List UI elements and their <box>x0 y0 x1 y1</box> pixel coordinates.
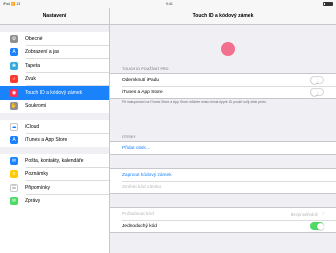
passcode-options-group: Požadovat kód Bezprostředně › Jednoduchý… <box>110 207 336 233</box>
turn-on-passcode-button[interactable]: Zapnout kódový zámek <box>110 169 336 181</box>
passcode-group: Zapnout kódový zámek Změnit kód zámku <box>110 168 336 194</box>
sidebar-item-label: Soukromí <box>25 103 47 110</box>
unlock-ipad-row[interactable]: Odemknutí iPadu <box>110 74 336 86</box>
sidebar-item[interactable]: ☁ iCloud <box>0 120 109 134</box>
sidebar-item[interactable]: A Zobrazení a jas <box>0 45 109 59</box>
simple-passcode-row[interactable]: Jednoduchý kód <box>110 220 336 232</box>
sidebar-title: Nastavení <box>0 8 109 25</box>
require-passcode-value: Bezprostředně <box>290 211 318 217</box>
sidebar-item[interactable]: ☰ Připomínky <box>0 181 109 195</box>
main-panel: Touch ID a kódový zámek TOUCH ID POUŽÍVA… <box>110 8 336 253</box>
status-carrier: iPad 🛜 13 <box>3 2 21 6</box>
itunes-app-store-toggle[interactable] <box>310 88 324 96</box>
sidebar-group-gap <box>0 113 109 120</box>
touch-id-fingerprint-icon <box>221 42 235 56</box>
sidebar-item-label: iTunes a App Store <box>25 137 68 144</box>
sidebar-item[interactable]: ♪ Zvuk <box>0 72 109 86</box>
sidebar-groups: ⚙ Obecné A Zobrazení a jas ❀ Tapeta ♪ Zvuk ◉ Touc… <box>0 25 109 208</box>
sidebar-item-label: Pošta, kontakty, kalendáře <box>25 157 84 164</box>
sidebar-item-label: Zprávy <box>25 198 41 205</box>
sound-icon: ♪ <box>10 75 18 84</box>
sidebar-item[interactable]: ≡ Poznámky <box>0 167 109 181</box>
settings-sidebar: Nastavení ⚙ Obecné A Zobrazení a jas ❀ Tapeta… <box>0 8 110 253</box>
sidebar-item-label: Zobrazení a jas <box>25 49 60 56</box>
itunes-app-store-label: iTunes a App Store <box>122 89 163 95</box>
sidebar-item-label: Zvuk <box>25 76 36 83</box>
sidebar-item-label: Touch ID a kódový zámek <box>25 89 83 96</box>
sidebar-group: ⚙ Obecné A Zobrazení a jas ❀ Tapeta ♪ Zvuk ◉ Touc… <box>0 32 109 113</box>
simple-passcode-toggle[interactable] <box>310 222 324 230</box>
status-time: 9:41 <box>166 2 173 6</box>
gear-icon: ⚙ <box>10 34 18 43</box>
status-bar: iPad 🛜 13 9:41 <box>0 0 336 8</box>
sidebar-item[interactable]: ◉ Touch ID a kódový zámek <box>0 86 109 100</box>
sidebar-item-label: Připomínky <box>25 184 51 191</box>
section-fingerprints: OTISKY <box>122 135 136 139</box>
fingerprints-group: Přidat otisk… <box>110 141 336 155</box>
sidebar-item[interactable]: ❀ Tapeta <box>0 59 109 73</box>
itunes-app-store-row[interactable]: iTunes a App Store <box>110 86 336 98</box>
battery-icon <box>323 1 333 6</box>
sidebar-item-label: Poznámky <box>25 171 49 178</box>
chevron-right-icon: › <box>322 211 324 217</box>
simple-passcode-label: Jednoduchý kód <box>122 223 157 229</box>
hand-icon: ✋ <box>10 102 18 111</box>
reminders-icon: ☰ <box>10 183 18 192</box>
require-passcode-label: Požadovat kód <box>122 211 154 217</box>
sidebar-group-gap <box>0 25 109 32</box>
touch-id-footnote: Při nakupování na iTunes Store a App Sto… <box>122 100 267 104</box>
sidebar-item-label: Obecné <box>25 35 43 42</box>
change-passcode-button[interactable]: Změnit kód zámku <box>110 181 336 193</box>
sidebar-item[interactable]: ✉ Pošta, kontakty, kalendáře <box>0 154 109 168</box>
sidebar-item-label: Tapeta <box>25 62 41 69</box>
sidebar-item[interactable]: ✋ Soukromí <box>0 99 109 113</box>
brightness-icon: A <box>10 48 18 57</box>
sidebar-group: ☁ iCloud AiTunes a App Store <box>0 120 109 147</box>
app-store-icon: A <box>10 136 18 145</box>
sidebar-group: ✉ Pošta, kontakty, kalendáře ≡ Poznámky ☰ Při… <box>0 154 109 208</box>
messages-icon: ✉ <box>10 197 18 206</box>
sidebar-item-label: iCloud <box>25 123 40 130</box>
require-passcode-row[interactable]: Požadovat kód Bezprostředně › <box>110 208 336 220</box>
section-touch-id: TOUCH ID POUŽÍVAT PRO <box>122 67 169 71</box>
sidebar-item[interactable]: AiTunes a App Store <box>0 133 109 147</box>
cloud-icon: ☁ <box>10 122 18 131</box>
touch-id-group: Odemknutí iPadu iTunes a App Store <box>110 73 336 99</box>
mail-icon: ✉ <box>10 156 18 165</box>
page-title: Touch ID a kódový zámek <box>110 8 336 25</box>
notes-icon: ≡ <box>10 170 18 179</box>
unlock-ipad-label: Odemknutí iPadu <box>122 77 160 83</box>
sidebar-group-gap <box>0 147 109 154</box>
sidebar-item[interactable]: ✉ Zprávy <box>0 194 109 208</box>
fingerprint-icon: ◉ <box>10 88 18 97</box>
unlock-ipad-toggle[interactable] <box>310 76 324 84</box>
wallpaper-icon: ❀ <box>10 61 18 70</box>
add-fingerprint-button[interactable]: Přidat otisk… <box>110 142 336 154</box>
sidebar-item[interactable]: ⚙ Obecné <box>0 32 109 46</box>
